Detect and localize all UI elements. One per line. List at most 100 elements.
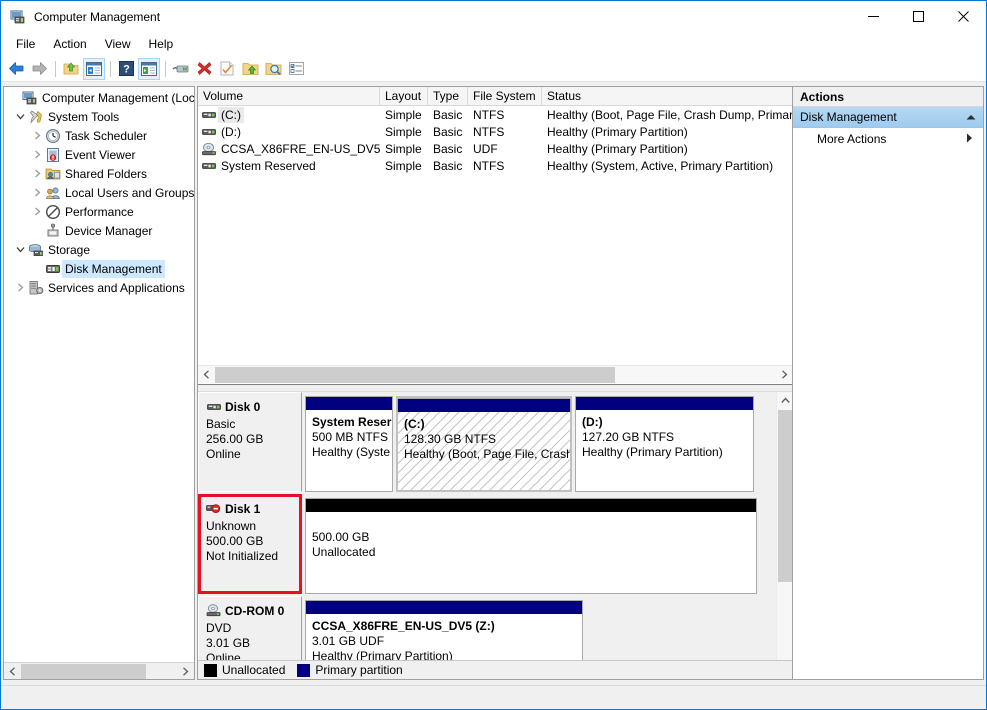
- partition-unallocated[interactable]: 500.00 GB Unallocated: [305, 498, 757, 594]
- partition-size: 128.30 GB NTFS: [404, 432, 570, 447]
- action-label: More Actions: [817, 132, 886, 146]
- column-header-status[interactable]: Status: [542, 87, 793, 105]
- window-controls: [851, 1, 986, 32]
- properties-button[interactable]: [170, 58, 192, 80]
- chevron-right-icon[interactable]: [29, 185, 45, 201]
- scroll-left-arrow-icon[interactable]: [4, 663, 21, 679]
- toolbar-separator: [110, 61, 111, 77]
- chevron-down-icon[interactable]: [12, 242, 28, 258]
- disk-management-pane: Volume Layout Type File System Status: [197, 86, 794, 680]
- scroll-right-arrow-icon[interactable]: [177, 663, 194, 679]
- menu-view[interactable]: View: [96, 34, 140, 55]
- minimize-button[interactable]: [851, 1, 896, 32]
- collapse-chevron-icon[interactable]: [966, 110, 976, 124]
- chevron-right-icon[interactable]: [12, 280, 28, 296]
- tree-item-task-scheduler[interactable]: Task Scheduler: [4, 126, 194, 145]
- column-header-volume[interactable]: Volume: [198, 87, 380, 105]
- chevron-down-icon[interactable]: [12, 109, 28, 125]
- scroll-left-arrow-icon[interactable]: [198, 367, 215, 383]
- disk-row-disk-1[interactable]: Disk 1 Unknown 500.00 GB Not Initialized: [198, 494, 776, 594]
- scroll-right-arrow-icon[interactable]: [776, 367, 793, 383]
- list-view-button[interactable]: [285, 58, 307, 80]
- chevron-right-icon[interactable]: [29, 147, 45, 163]
- expander-placeholder: [6, 90, 22, 106]
- tree-item-label: Disk Management: [62, 260, 165, 278]
- volume-list-scroll-thumb[interactable]: [215, 367, 615, 383]
- close-button[interactable]: [941, 1, 986, 32]
- volume-list-horizontal-scrollbar[interactable]: [198, 365, 793, 383]
- menu-help[interactable]: Help: [140, 34, 183, 55]
- tree-item-performance[interactable]: Performance: [4, 202, 194, 221]
- cell-type: Basic: [428, 141, 468, 157]
- chevron-right-icon[interactable]: [29, 166, 45, 182]
- partition-color-bar: [575, 396, 754, 410]
- partition-c-drive[interactable]: (C:) 128.30 GB NTFS Healthy (Boot, Page …: [396, 396, 572, 492]
- actions-group-disk-management[interactable]: Disk Management: [793, 107, 983, 128]
- menu-bar: File Action View Help: [1, 32, 986, 56]
- show-hide-console-tree-button[interactable]: [83, 58, 105, 80]
- rescan-disks-button[interactable]: [262, 58, 284, 80]
- toolbar-separator: [165, 61, 166, 77]
- tree-horizontal-scrollbar[interactable]: [4, 662, 194, 679]
- refresh-button[interactable]: [216, 58, 238, 80]
- table-row[interactable]: CCSA_X86FRE_EN-US_DV5 (Z:) Simple Basic …: [198, 140, 793, 157]
- table-row[interactable]: (C:) Simple Basic NTFS Healthy (Boot, Pa…: [198, 106, 793, 123]
- partition-status: Healthy (Boot, Page File, Crash: [404, 447, 570, 462]
- tree-item-computer-management[interactable]: Computer Management (Local: [4, 88, 194, 107]
- partition-color-bar: [305, 600, 583, 614]
- partition-color-bar: [305, 396, 393, 410]
- tree-item-device-manager[interactable]: Device Manager: [4, 221, 194, 240]
- tree-item-event-viewer[interactable]: Event Viewer: [4, 145, 194, 164]
- show-hide-action-pane-button[interactable]: [138, 58, 160, 80]
- actions-group-label: Disk Management: [800, 110, 897, 124]
- disk-capacity: 256.00 GB: [206, 432, 301, 447]
- tree-item-shared-folders[interactable]: Shared Folders: [4, 164, 194, 183]
- column-header-file-system[interactable]: File System: [468, 87, 542, 105]
- disk-row-disk-0[interactable]: Disk 0 Basic 256.00 GB Online: [198, 392, 776, 492]
- disk-graphical-view-content: Disk 0 Basic 256.00 GB Online: [198, 392, 776, 662]
- tree-item-services-and-applications[interactable]: Services and Applications: [4, 278, 194, 297]
- help-button[interactable]: ?: [115, 58, 137, 80]
- pane-splitter[interactable]: [198, 384, 793, 392]
- disk-map-scroll-thumb[interactable]: [778, 410, 793, 582]
- menu-file[interactable]: File: [7, 34, 44, 55]
- hard-disk-icon: [201, 124, 217, 140]
- disk-info-disk-1[interactable]: Disk 1 Unknown 500.00 GB Not Initialized: [198, 494, 302, 594]
- tree-item-disk-management[interactable]: Disk Management: [4, 259, 194, 278]
- partition-system-reserved[interactable]: System Reser 500 MB NTFS Healthy (Syste: [305, 396, 393, 492]
- partition-name: System Reser: [312, 415, 392, 430]
- column-header-type[interactable]: Type: [428, 87, 468, 105]
- export-list-button[interactable]: [239, 58, 261, 80]
- tree-scroll-thumb[interactable]: [21, 664, 146, 679]
- menu-action[interactable]: Action: [44, 34, 95, 55]
- clock-icon: [45, 128, 61, 144]
- cell-status: Healthy (System, Active, Primary Partiti…: [542, 158, 793, 174]
- column-header-layout[interactable]: Layout: [380, 87, 428, 105]
- partition-status: Unallocated: [312, 545, 756, 560]
- legend-item-primary-partition: Primary partition: [297, 663, 402, 677]
- action-more-actions[interactable]: More Actions: [793, 128, 983, 149]
- up-one-level-button[interactable]: [60, 58, 82, 80]
- console-tree-pane: Computer Management (Local System Tools: [3, 86, 195, 680]
- scroll-up-arrow-icon[interactable]: [777, 392, 793, 409]
- tree-item-local-users-and-groups[interactable]: Local Users and Groups: [4, 183, 194, 202]
- disk-info-disk-0[interactable]: Disk 0 Basic 256.00 GB Online: [198, 392, 302, 492]
- cell-layout: Simple: [380, 107, 428, 123]
- back-button[interactable]: [5, 58, 27, 80]
- shared-folders-icon: [45, 166, 61, 182]
- table-row[interactable]: System Reserved Simple Basic NTFS Health…: [198, 157, 793, 174]
- maximize-button[interactable]: [896, 1, 941, 32]
- partitions-disk-1: 500.00 GB Unallocated: [302, 494, 776, 594]
- tree-item-storage[interactable]: Storage: [4, 240, 194, 259]
- table-row[interactable]: (D:) Simple Basic NTFS Healthy (Primary …: [198, 123, 793, 140]
- chevron-right-icon[interactable]: [29, 128, 45, 144]
- chevron-right-icon[interactable]: [29, 204, 45, 220]
- disk-title: Disk 0: [206, 399, 301, 415]
- disk-map-vertical-scrollbar[interactable]: [776, 392, 793, 679]
- disk-type: Unknown: [206, 519, 299, 534]
- delete-button[interactable]: [193, 58, 215, 80]
- forward-button[interactable]: [28, 58, 50, 80]
- partition-d-drive[interactable]: (D:) 127.20 GB NTFS Healthy (Primary Par…: [575, 396, 754, 492]
- tree-item-system-tools[interactable]: System Tools: [4, 107, 194, 126]
- submenu-arrow-icon[interactable]: [966, 132, 973, 146]
